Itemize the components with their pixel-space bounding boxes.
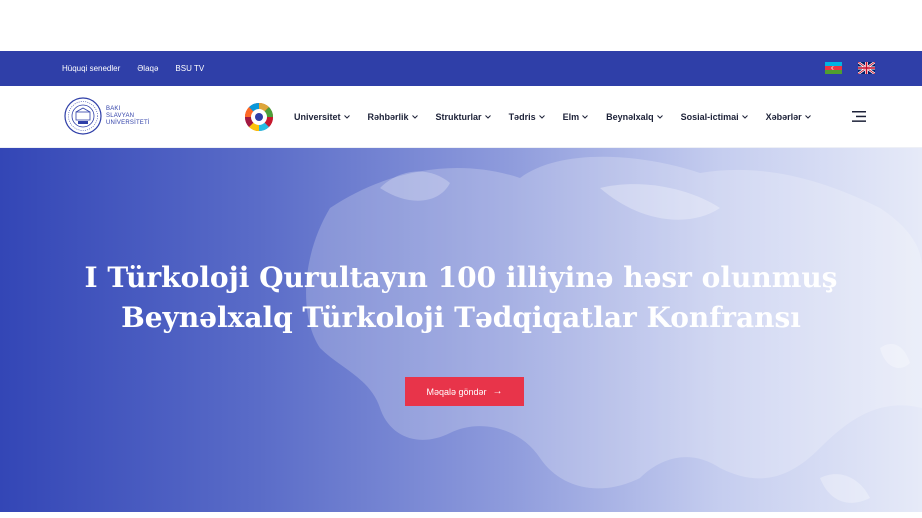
menu-item-label: Beynəlxalq <box>606 112 654 122</box>
chevron-down-icon <box>582 115 588 119</box>
chevron-down-icon <box>411 115 418 119</box>
hero-title-line-1: I Türkoloji Qurultayın 100 illiyinə həsr… <box>84 261 838 294</box>
hero-title: I Türkoloji Qurultayın 100 illiyinə həsr… <box>0 258 922 338</box>
hero-title-line-2: Beynəlxalq Türkoloji Tədqiqatlar Konfran… <box>121 301 801 334</box>
chevron-down-icon <box>343 115 350 119</box>
menu-item-label: Xəbərlər <box>765 112 802 122</box>
top-blank-area <box>0 0 922 51</box>
arrow-right-icon: → <box>492 386 503 397</box>
sdg-wheel-icon[interactable] <box>244 102 274 132</box>
submit-article-button-label: Məqalə göndər <box>426 386 487 397</box>
menu-item-label: Strukturlar <box>435 112 482 122</box>
hero-banner: I Türkoloji Qurultayın 100 illiyinə həsr… <box>0 148 922 512</box>
top-link-bsu-tv[interactable]: BSU TV <box>175 64 204 73</box>
chevron-down-icon <box>484 115 491 119</box>
menu-item-label: Universitet <box>294 112 341 122</box>
uk-flag-icon[interactable] <box>858 62 875 74</box>
menu-item-label: Sosial-ictimai <box>680 112 739 122</box>
menu-item-international[interactable]: Beynəlxalq <box>606 112 663 122</box>
top-link-contact[interactable]: Əlaqə <box>137 64 158 73</box>
menu-item-label: Rəhbərlik <box>367 112 409 122</box>
chevron-down-icon <box>656 115 663 119</box>
azerbaijan-flag-icon[interactable] <box>825 62 842 74</box>
chevron-down-icon <box>741 115 748 119</box>
menu-item-structures[interactable]: Strukturlar <box>436 112 491 122</box>
submit-article-button[interactable]: Məqalə göndər → <box>405 377 524 406</box>
logo-line-2: SLAVYAN <box>106 112 135 119</box>
chevron-down-icon <box>538 115 545 119</box>
menu-item-news[interactable]: Xəbərlər <box>766 112 811 122</box>
menu-item-label: Elm <box>562 112 580 122</box>
logo-line-1: BAKI <box>106 105 121 112</box>
menu-item-social-public[interactable]: Sosial-ictimai <box>681 112 748 122</box>
menu-item-label: Tədris <box>508 112 536 122</box>
logo-text: BAKI SLAVYAN UNİVERSİTETİ <box>106 106 150 127</box>
university-logo[interactable]: BAKI SLAVYAN UNİVERSİTETİ <box>64 97 150 135</box>
main-navbar: BAKI SLAVYAN UNİVERSİTETİ Universitet Rə… <box>0 86 922 148</box>
logo-line-3: UNİVERSİTETİ <box>106 119 150 126</box>
menu-item-university[interactable]: Universitet <box>294 112 350 122</box>
top-bar-links: Hüquqi senedler Əlaqə BSU TV <box>62 64 221 73</box>
chevron-down-icon <box>804 115 811 119</box>
menu-item-science[interactable]: Elm <box>563 112 589 122</box>
menu-item-leadership[interactable]: Rəhbərlik <box>368 112 418 122</box>
top-bar: Hüquqi senedler Əlaqə BSU TV <box>0 51 922 86</box>
top-link-legal-documents[interactable]: Hüquqi senedler <box>62 64 120 73</box>
language-switcher <box>809 62 875 74</box>
university-seal-icon <box>64 97 102 135</box>
bottom-blank-area <box>0 512 922 518</box>
main-menu: Universitet Rəhbərlik Strukturlar Tədris… <box>294 86 829 148</box>
menu-item-education[interactable]: Tədris <box>509 112 545 122</box>
hamburger-menu-icon[interactable] <box>852 111 866 122</box>
